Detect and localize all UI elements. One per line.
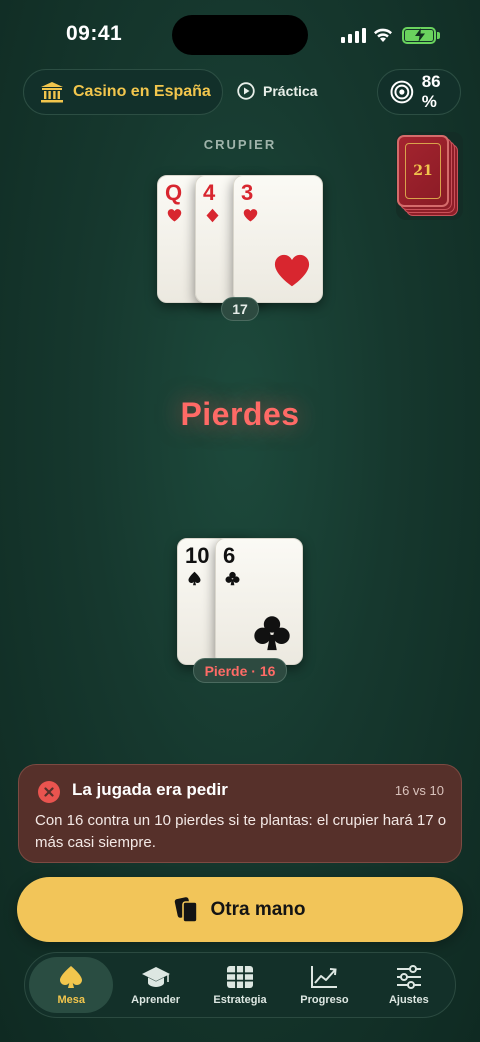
practice-mode-toggle[interactable]: Práctica (237, 82, 317, 100)
spade-icon (188, 571, 201, 586)
tab-progreso[interactable]: Progreso (282, 957, 366, 1013)
tab-label: Progreso (300, 994, 349, 1006)
graduation-cap-icon (141, 967, 170, 987)
battery-tip (437, 32, 440, 39)
tab-bar: Mesa Aprender Estrategia Progreso Ajuste… (24, 952, 456, 1018)
wifi-icon (374, 28, 392, 42)
new-hand-label: Otra mano (210, 898, 306, 920)
heart-icon (274, 254, 310, 287)
casino-label: Casino en España (73, 83, 211, 100)
club-icon (254, 616, 290, 651)
dealer-total-badge: 17 (221, 297, 259, 321)
practice-label: Práctica (263, 83, 318, 99)
card-rank: 10 (185, 543, 210, 568)
target-icon (390, 80, 414, 104)
club-icon (225, 571, 240, 586)
grid-table-icon (227, 966, 254, 988)
battery-icon (402, 27, 436, 44)
feedback-panel: La jugada era pedir 16 vs 10 Con 16 cont… (18, 764, 462, 863)
tab-label: Mesa (57, 994, 85, 1006)
tab-ajustes[interactable]: Ajustes (367, 957, 451, 1013)
card-rank: 6 (223, 543, 236, 568)
heart-icon (167, 209, 182, 222)
accuracy-value: 86 % (421, 72, 441, 111)
accuracy-indicator[interactable]: 86 % (377, 69, 461, 115)
dealer-label: CRUPIER (203, 137, 277, 152)
chart-line-icon (311, 966, 338, 988)
tab-label: Ajustes (388, 994, 429, 1006)
card-rank: 3 (241, 180, 254, 205)
error-icon (38, 781, 60, 803)
player-card-six-clubs: 6 (215, 538, 303, 665)
heart-icon (243, 209, 258, 222)
feedback-title: La jugada era pedir (72, 780, 228, 799)
dealer-card-three-hearts: 3 (233, 175, 323, 303)
tab-label: Estrategia (213, 994, 267, 1006)
card-rank: 4 (203, 180, 216, 205)
cellular-signal-icon (341, 27, 366, 43)
card-rank: Q (165, 180, 183, 205)
play-circle-icon (237, 82, 255, 100)
tab-estrategia[interactable]: Estrategia (198, 957, 282, 1013)
tab-aprender[interactable]: Aprender (113, 957, 197, 1013)
tab-mesa[interactable]: Mesa (29, 957, 114, 1013)
feedback-meta: 16 vs 10 (394, 783, 444, 798)
status-time: 09:41 (66, 22, 123, 45)
player-status-badge: Pierde · 16 (193, 658, 287, 683)
new-hand-button[interactable]: Otra mano (17, 877, 463, 942)
diamond-icon (206, 208, 219, 223)
dynamic-island (172, 15, 308, 55)
sliders-icon (396, 965, 421, 989)
tab-label: Aprender (131, 994, 181, 1006)
spade-icon (60, 966, 83, 988)
feedback-body: Con 16 contra un 10 pierdes si te planta… (35, 812, 447, 851)
cards-icon (175, 896, 199, 923)
bank-icon (41, 82, 63, 103)
round-result: Pierdes (180, 396, 300, 432)
casino-selector[interactable]: Casino en España (23, 69, 223, 115)
